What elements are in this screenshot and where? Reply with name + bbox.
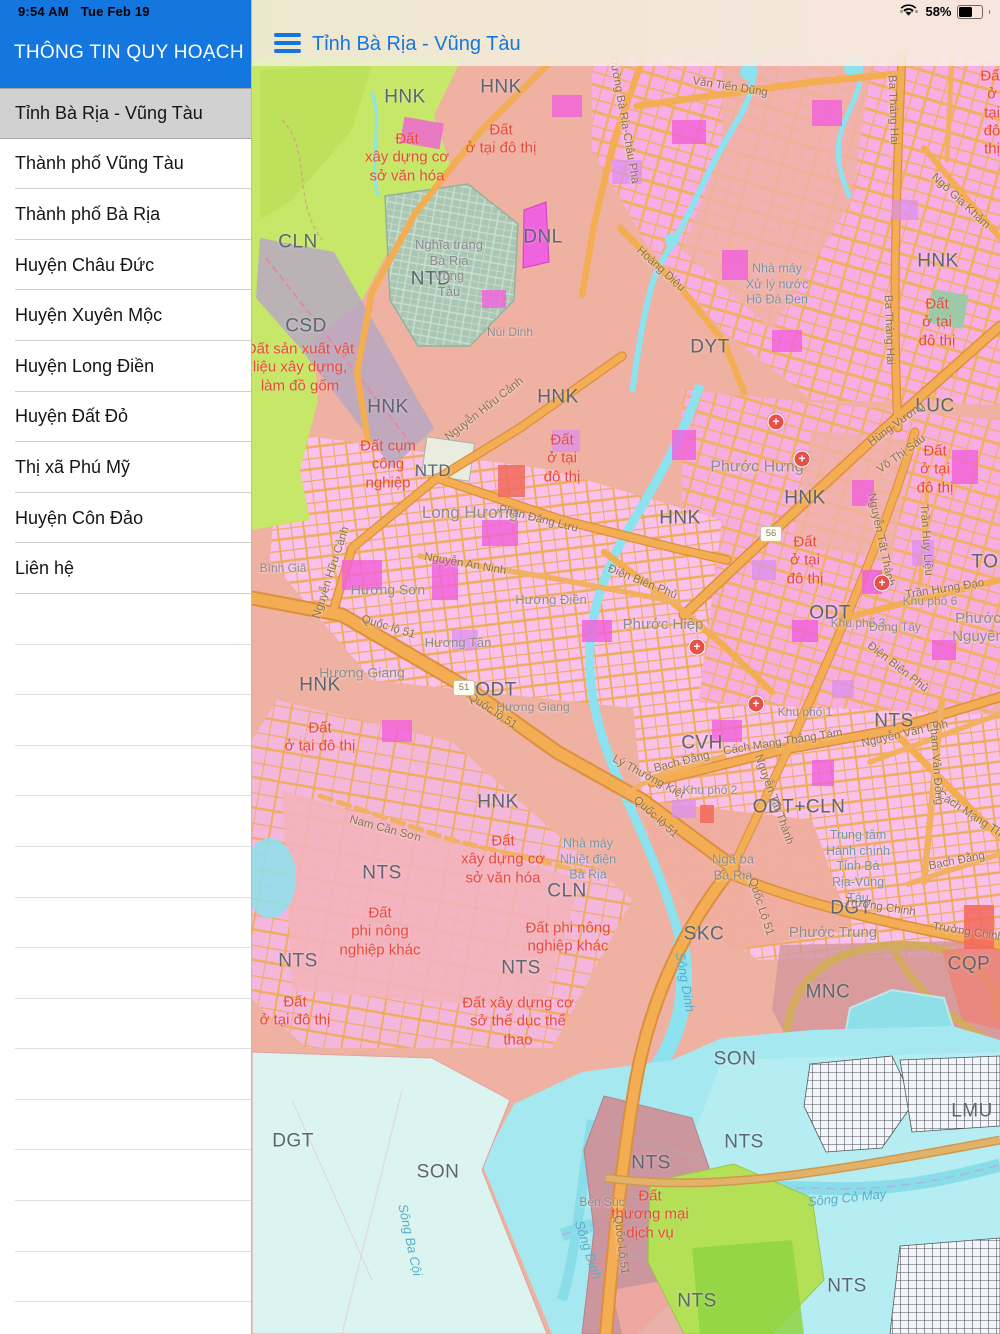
status-bar-right: 58%	[900, 4, 990, 19]
sidebar-item[interactable]: Thị xã Phú Mỹ	[0, 442, 251, 493]
sidebar-empty-row	[0, 796, 251, 847]
sidebar-empty-row	[0, 745, 251, 797]
sidebar-empty-row	[0, 1251, 251, 1303]
sidebar-empty-row	[0, 846, 251, 898]
sidebar-item[interactable]: Huyện Đất Đỏ	[0, 391, 251, 443]
sidebar-item[interactable]: Thành phố Vũng Tàu	[0, 138, 251, 190]
status-time: 9:54 AM	[18, 4, 69, 19]
status-date: Tue Feb 19	[80, 4, 150, 19]
sidebar-empty-row	[0, 1150, 251, 1202]
map-title: Tỉnh Bà Rịa - Vũng Tàu	[312, 33, 521, 55]
sidebar-empty-row	[0, 1049, 251, 1100]
sidebar-empty-row	[0, 897, 251, 949]
sidebar-empty-row	[0, 1201, 251, 1252]
app-window: 9:54 AM Tue Feb 19 THÔNG TIN QUY HOẠCH Tỉ…	[0, 0, 1000, 1334]
sidebar-item[interactable]: Tỉnh Bà Rịa - Vũng Tàu	[0, 88, 251, 139]
sidebar-empty-row	[0, 695, 251, 746]
zoning-map-graphic	[252, 0, 1000, 1334]
battery-icon	[956, 4, 983, 19]
sidebar-list: Tỉnh Bà Rịa - Vũng Tàu Thành phố Vũng Tàu…	[0, 88, 251, 1334]
wifi-icon	[901, 4, 917, 16]
sidebar-item[interactable]: Huyện Long Điền	[0, 340, 251, 392]
sidebar-empty-row	[0, 998, 251, 1050]
sidebar-empty-row	[0, 948, 251, 999]
sidebar: 9:54 AM Tue Feb 19 THÔNG TIN QUY HOẠCH Tỉ…	[0, 0, 252, 1334]
sidebar-item[interactable]: Liên hệ	[0, 543, 251, 594]
sidebar-item[interactable]: Thành phố Bà Rịa	[0, 189, 251, 240]
sidebar-item[interactable]: Huyện Châu Đức	[0, 239, 251, 291]
sidebar-item[interactable]: Huyện Xuyên Mộc	[0, 290, 251, 341]
map-header-bar: Tỉnh Bà Rịa - Vũng Tàu 58%	[252, 0, 1000, 66]
app-title: THÔNG TIN QUY HOẠCH	[14, 42, 244, 63]
status-bar-left: 9:54 AM Tue Feb 19	[18, 4, 150, 19]
sidebar-header: 9:54 AM Tue Feb 19 THÔNG TIN QUY HOẠCH	[0, 0, 251, 88]
sidebar-item[interactable]: Huyện Côn Đảo	[0, 492, 251, 544]
sidebar-empty-row	[0, 593, 251, 645]
map-canvas[interactable]: HNK HNK CLN DNL NTD CSD DYT HNK HNK NTD HNK HNK HNK L…	[252, 0, 1000, 1334]
sidebar-empty-row	[0, 1302, 251, 1334]
sidebar-empty-row	[0, 644, 251, 696]
menu-icon[interactable]	[274, 33, 301, 53]
sidebar-empty-row	[0, 1099, 251, 1151]
battery-percent: 58%	[925, 4, 952, 19]
